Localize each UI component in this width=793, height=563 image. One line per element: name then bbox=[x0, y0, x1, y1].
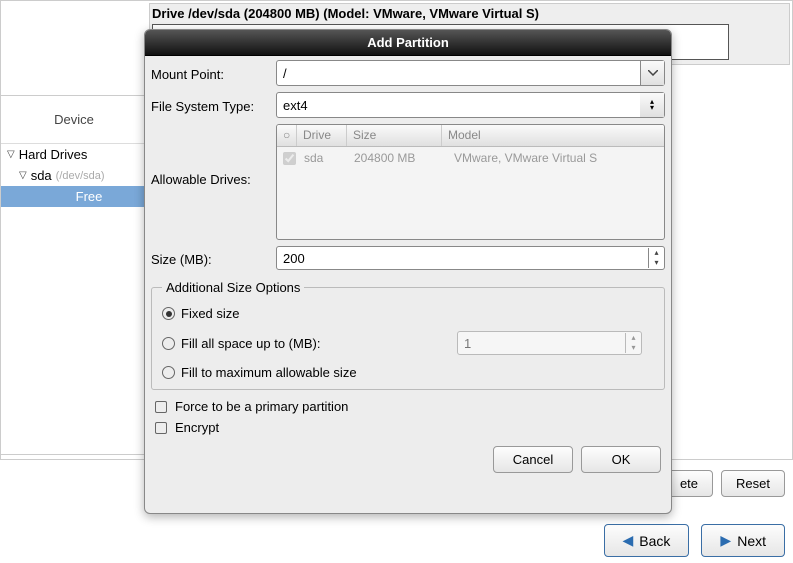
tree-row-free[interactable]: Free bbox=[1, 186, 147, 207]
row-drives: Allowable Drives: ○ Drive Size Model sda… bbox=[151, 124, 665, 240]
fstype-value: ext4 bbox=[283, 98, 308, 113]
label-drives: Allowable Drives: bbox=[151, 124, 276, 187]
label-mount: Mount Point: bbox=[151, 64, 276, 82]
tree-label: sda bbox=[31, 168, 52, 183]
checkbox-icon bbox=[155, 422, 167, 434]
cancel-button[interactable]: Cancel bbox=[493, 446, 573, 473]
reset-button[interactable]: Reset bbox=[721, 470, 785, 497]
device-tree: Device ▽ Hard Drives ▽ sda (/dev/sda) Free bbox=[0, 95, 148, 455]
row-fstype: File System Type: ext4 ▴▾ bbox=[151, 92, 665, 118]
table-buttons: ete Reset bbox=[665, 470, 785, 497]
legend-additional: Additional Size Options bbox=[162, 280, 304, 295]
radio-icon bbox=[162, 307, 175, 320]
mount-point-combo[interactable]: / bbox=[276, 60, 665, 86]
check-encrypt[interactable]: Encrypt bbox=[145, 417, 671, 438]
cell-model: VMware, VMware Virtual S bbox=[454, 151, 597, 165]
col-check[interactable]: ○ bbox=[277, 125, 297, 146]
fillup-input: 1 ▴▾ bbox=[457, 331, 642, 355]
tree-row-sda[interactable]: ▽ sda (/dev/sda) bbox=[1, 165, 147, 186]
arrow-right-icon: ▶ bbox=[720, 532, 731, 549]
spinner-icon: ▴▾ bbox=[625, 333, 641, 353]
back-button[interactable]: ◀Back bbox=[604, 524, 690, 557]
tree-label: Free bbox=[76, 189, 103, 204]
check-label: Force to be a primary partition bbox=[175, 399, 348, 414]
mount-value: / bbox=[283, 66, 287, 81]
tree-header-device[interactable]: Device bbox=[1, 96, 147, 144]
radio-fillmax[interactable]: Fill to maximum allowable size bbox=[162, 360, 654, 385]
next-button[interactable]: ▶Next bbox=[701, 524, 785, 557]
dialog-title: Add Partition bbox=[145, 30, 671, 56]
radio-fixed[interactable]: Fixed size bbox=[162, 301, 654, 326]
delete-button[interactable]: ete bbox=[665, 470, 713, 497]
drives-table[interactable]: ○ Drive Size Model sda 204800 MB VMware,… bbox=[276, 124, 665, 240]
label-fstype: File System Type: bbox=[151, 96, 276, 114]
tree-label: Hard Drives bbox=[19, 147, 88, 162]
add-partition-dialog: Add Partition Mount Point: / File System… bbox=[144, 29, 672, 514]
dialog-buttons: Cancel OK bbox=[145, 438, 671, 481]
cell-size: 204800 MB bbox=[354, 151, 454, 165]
table-row[interactable]: sda 204800 MB VMware, VMware Virtual S bbox=[277, 147, 664, 169]
radio-icon bbox=[162, 337, 175, 350]
radio-label: Fixed size bbox=[181, 306, 240, 321]
expand-icon: ▽ bbox=[7, 149, 15, 160]
col-model[interactable]: Model bbox=[442, 125, 664, 146]
radio-label: Fill to maximum allowable size bbox=[181, 365, 357, 380]
drive-title: Drive /dev/sda (204800 MB) (Model: VMwar… bbox=[152, 6, 539, 21]
radio-fillup[interactable]: Fill all space up to (MB): 1 ▴▾ bbox=[162, 326, 654, 360]
checkbox-icon bbox=[155, 401, 167, 413]
spinner-icon[interactable]: ▴▾ bbox=[648, 248, 664, 268]
size-input[interactable]: 200 ▴▾ bbox=[276, 246, 665, 270]
fstype-combo[interactable]: ext4 ▴▾ bbox=[276, 92, 665, 118]
tree-row-hard-drives[interactable]: ▽ Hard Drives bbox=[1, 144, 147, 165]
tree-path: (/dev/sda) bbox=[56, 170, 105, 182]
col-size[interactable]: Size bbox=[347, 125, 442, 146]
expand-icon: ▽ bbox=[19, 170, 27, 181]
radio-label: Fill all space up to (MB): bbox=[181, 336, 451, 351]
additional-size-options: Additional Size Options Fixed size Fill … bbox=[151, 280, 665, 390]
size-value: 200 bbox=[283, 251, 305, 266]
label-size: Size (MB): bbox=[151, 249, 276, 267]
nav-buttons: ◀Back ▶Next bbox=[604, 524, 785, 557]
cell-drive: sda bbox=[304, 151, 354, 165]
check-label: Encrypt bbox=[175, 420, 219, 435]
chevron-down-icon bbox=[640, 61, 664, 85]
check-primary[interactable]: Force to be a primary partition bbox=[145, 396, 671, 417]
col-drive[interactable]: Drive bbox=[297, 125, 347, 146]
arrow-left-icon: ◀ bbox=[623, 532, 634, 549]
drives-head: ○ Drive Size Model bbox=[277, 125, 664, 147]
row-size: Size (MB): 200 ▴▾ bbox=[151, 246, 665, 270]
row-mount-point: Mount Point: / bbox=[151, 60, 665, 86]
fillup-value: 1 bbox=[464, 336, 471, 351]
updown-icon: ▴▾ bbox=[640, 93, 664, 117]
drive-checkbox[interactable] bbox=[283, 152, 296, 165]
ok-button[interactable]: OK bbox=[581, 446, 661, 473]
radio-icon bbox=[162, 366, 175, 379]
